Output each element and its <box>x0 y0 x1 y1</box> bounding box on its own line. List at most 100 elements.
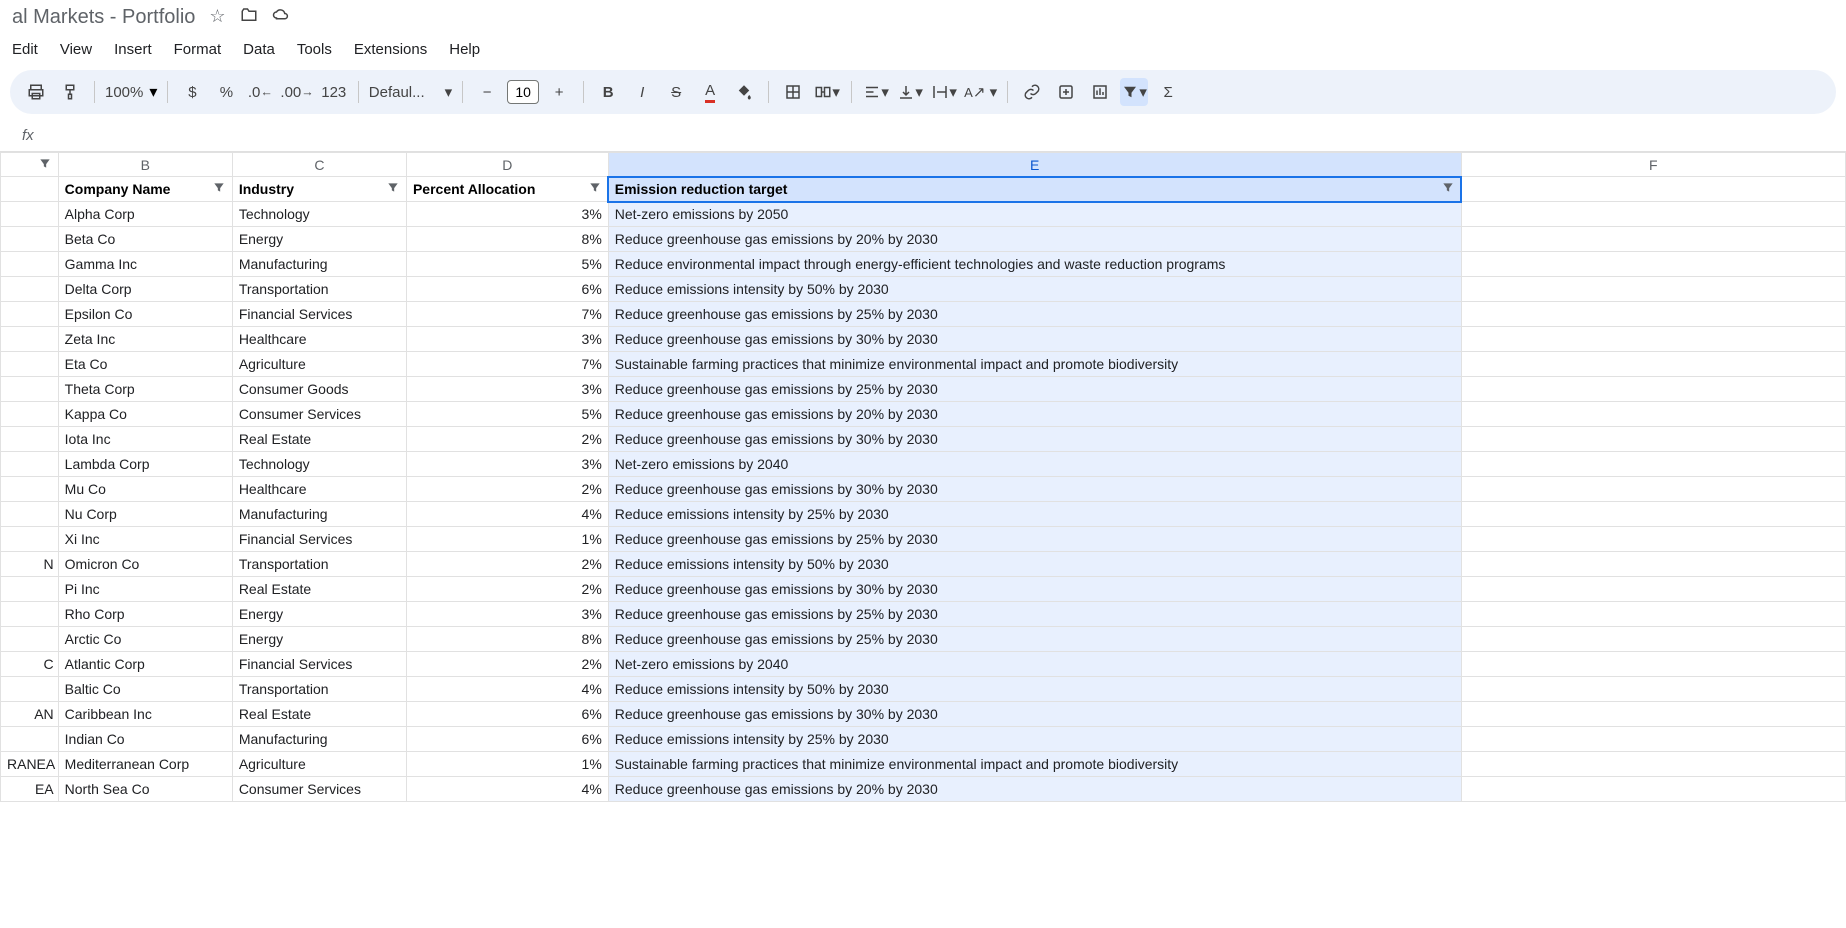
cell-emission[interactable]: Reduce greenhouse gas emissions by 25% b… <box>608 377 1461 402</box>
insert-chart-icon[interactable] <box>1086 78 1114 106</box>
filter-dropdown-icon[interactable] <box>1441 181 1455 198</box>
cell-emission[interactable]: Reduce emissions intensity by 25% by 203… <box>608 727 1461 752</box>
cell-f[interactable] <box>1461 477 1845 502</box>
font-select[interactable]: Defaul... ▾ <box>369 83 452 101</box>
cell-company[interactable]: Pi Inc <box>58 577 232 602</box>
cell-emission[interactable]: Reduce greenhouse gas emissions by 30% b… <box>608 702 1461 727</box>
paint-format-icon[interactable] <box>56 78 84 106</box>
cell-emission[interactable]: Sustainable farming practices that minim… <box>608 352 1461 377</box>
cell-company[interactable]: Epsilon Co <box>58 302 232 327</box>
cell-industry[interactable]: Transportation <box>232 552 406 577</box>
cell-industry[interactable]: Financial Services <box>232 652 406 677</box>
cell-f[interactable] <box>1461 727 1845 752</box>
row-number[interactable] <box>1 177 59 202</box>
cell-company[interactable]: Atlantic Corp <box>58 652 232 677</box>
italic-icon[interactable]: I <box>628 78 656 106</box>
cell-emission[interactable]: Reduce greenhouse gas emissions by 25% b… <box>608 602 1461 627</box>
cell-company[interactable]: Xi Inc <box>58 527 232 552</box>
formula-bar[interactable]: fx <box>0 120 1846 152</box>
cell-company[interactable]: Alpha Corp <box>58 202 232 227</box>
font-size-input[interactable] <box>507 80 539 104</box>
cell-percent[interactable]: 4% <box>406 502 608 527</box>
menu-edit[interactable]: Edit <box>12 41 38 58</box>
borders-icon[interactable] <box>779 78 807 106</box>
row-label[interactable]: N <box>1 552 59 577</box>
comment-icon[interactable] <box>1052 78 1080 106</box>
cell-emission[interactable]: Reduce greenhouse gas emissions by 25% b… <box>608 302 1461 327</box>
cell-company[interactable]: Arctic Co <box>58 627 232 652</box>
cell-company[interactable]: Delta Corp <box>58 277 232 302</box>
filter-dropdown-icon[interactable] <box>588 181 602 198</box>
cell-emission[interactable]: Reduce environmental impact through ener… <box>608 252 1461 277</box>
cell-f[interactable] <box>1461 777 1845 802</box>
cloud-icon[interactable] <box>272 6 290 29</box>
row-label[interactable] <box>1 252 59 277</box>
cell-f[interactable] <box>1461 252 1845 277</box>
cell-company[interactable]: Gamma Inc <box>58 252 232 277</box>
decrease-decimal-icon[interactable]: .0← <box>246 78 274 106</box>
row-label[interactable] <box>1 427 59 452</box>
filter-dropdown-icon[interactable] <box>212 181 226 198</box>
cell-f[interactable] <box>1461 452 1845 477</box>
menu-insert[interactable]: Insert <box>114 41 152 58</box>
print-icon[interactable] <box>22 78 50 106</box>
cell-emission[interactable]: Reduce greenhouse gas emissions by 25% b… <box>608 527 1461 552</box>
cell-industry[interactable]: Transportation <box>232 277 406 302</box>
cell-emission[interactable]: Reduce greenhouse gas emissions by 20% b… <box>608 227 1461 252</box>
cell-percent[interactable]: 2% <box>406 477 608 502</box>
cell-f[interactable] <box>1461 327 1845 352</box>
cell-company[interactable]: Theta Corp <box>58 377 232 402</box>
cell-industry[interactable]: Healthcare <box>232 477 406 502</box>
cell-f[interactable] <box>1461 677 1845 702</box>
cell-industry[interactable]: Energy <box>232 227 406 252</box>
cell-emission[interactable]: Reduce emissions intensity by 50% by 203… <box>608 677 1461 702</box>
cell-emission[interactable]: Reduce greenhouse gas emissions by 20% b… <box>608 777 1461 802</box>
percent-icon[interactable]: % <box>212 78 240 106</box>
col-letter-d[interactable]: D <box>406 153 608 177</box>
cell-emission[interactable]: Net-zero emissions by 2040 <box>608 652 1461 677</box>
cell-company[interactable]: Lambda Corp <box>58 452 232 477</box>
cell-f[interactable] <box>1461 702 1845 727</box>
cell-industry[interactable]: Manufacturing <box>232 252 406 277</box>
cell-industry[interactable]: Consumer Goods <box>232 377 406 402</box>
col-letter-e[interactable]: E <box>608 153 1461 177</box>
cell-emission[interactable]: Net-zero emissions by 2050 <box>608 202 1461 227</box>
col-letter-a[interactable] <box>1 153 59 177</box>
cell-company[interactable]: Nu Corp <box>58 502 232 527</box>
header-emission[interactable]: Emission reduction target <box>608 177 1461 202</box>
cell-percent[interactable]: 1% <box>406 527 608 552</box>
row-label[interactable] <box>1 727 59 752</box>
currency-icon[interactable]: $ <box>178 78 206 106</box>
cell-f[interactable] <box>1461 202 1845 227</box>
cell-industry[interactable]: Real Estate <box>232 577 406 602</box>
cell-percent[interactable]: 3% <box>406 602 608 627</box>
cell-percent[interactable]: 4% <box>406 677 608 702</box>
row-label[interactable]: EA <box>1 777 59 802</box>
increase-decimal-icon[interactable]: .00→ <box>280 78 313 106</box>
bold-icon[interactable]: B <box>594 78 622 106</box>
cell-percent[interactable]: 6% <box>406 727 608 752</box>
row-label[interactable] <box>1 602 59 627</box>
format-123[interactable]: 123 <box>320 78 348 106</box>
header-f[interactable] <box>1461 177 1845 202</box>
star-icon[interactable]: ☆ <box>209 6 225 29</box>
row-label[interactable] <box>1 202 59 227</box>
row-label[interactable] <box>1 477 59 502</box>
menu-data[interactable]: Data <box>243 41 275 58</box>
cell-percent[interactable]: 3% <box>406 377 608 402</box>
cell-f[interactable] <box>1461 652 1845 677</box>
row-label[interactable] <box>1 327 59 352</box>
row-label[interactable] <box>1 352 59 377</box>
cell-percent[interactable]: 6% <box>406 702 608 727</box>
cell-percent[interactable]: 5% <box>406 252 608 277</box>
cell-company[interactable]: Zeta Inc <box>58 327 232 352</box>
cell-percent[interactable]: 7% <box>406 352 608 377</box>
text-rotation-icon[interactable]: A↗ ▾ <box>964 78 997 106</box>
cell-percent[interactable]: 6% <box>406 277 608 302</box>
cell-emission[interactable]: Reduce greenhouse gas emissions by 25% b… <box>608 627 1461 652</box>
cell-industry[interactable]: Real Estate <box>232 427 406 452</box>
functions-icon[interactable]: Σ <box>1154 78 1182 106</box>
cell-percent[interactable]: 4% <box>406 777 608 802</box>
cell-company[interactable]: Mu Co <box>58 477 232 502</box>
row-label[interactable] <box>1 402 59 427</box>
